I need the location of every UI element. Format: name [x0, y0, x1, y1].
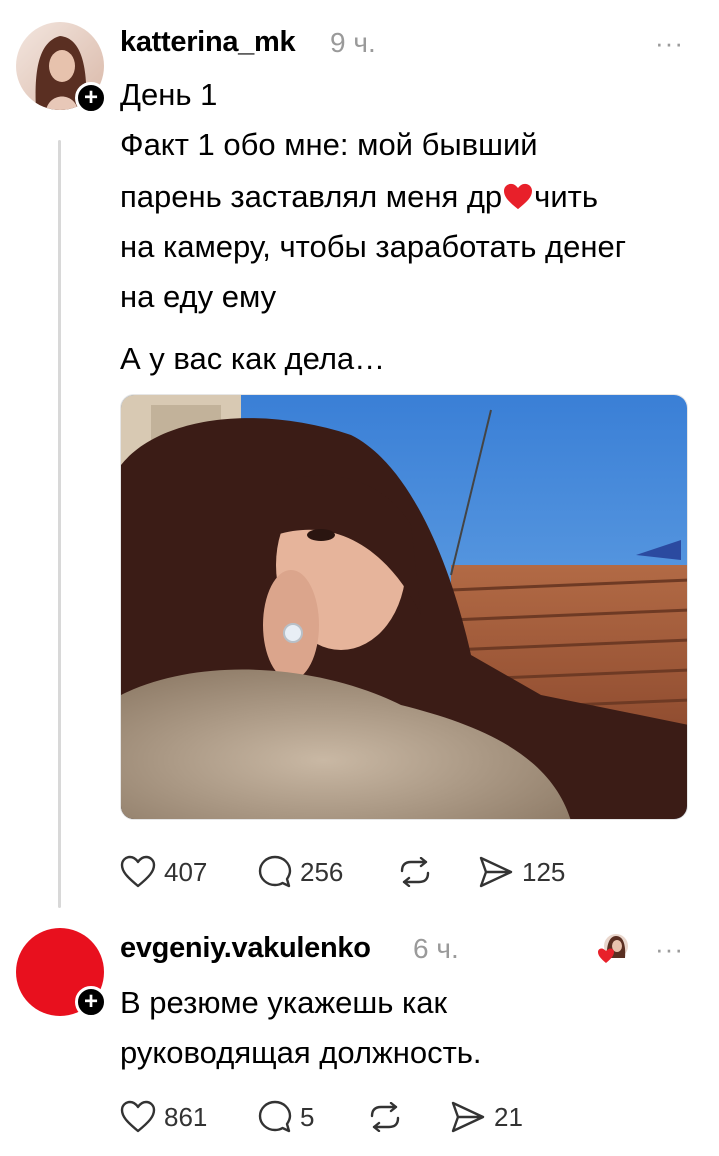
send-icon	[479, 856, 513, 888]
repost-action[interactable]	[396, 857, 434, 887]
reply-time: 6 ч.	[413, 933, 459, 964]
reply-share-action[interactable]: 21	[450, 1100, 523, 1134]
thread-line	[58, 140, 61, 908]
comment-icon	[258, 855, 292, 888]
post-text-line-6: А у вас как дела…	[120, 341, 386, 376]
post-text-line-4: на камеру, чтобы заработать денег	[120, 229, 627, 264]
reply-more-options-button[interactable]: ···	[655, 934, 684, 965]
comment-action[interactable]: 256	[258, 855, 343, 889]
post-time: 9 ч.	[330, 27, 376, 58]
heart-icon	[120, 855, 156, 888]
more-options-button[interactable]: ···	[655, 28, 684, 59]
reply-repost-action[interactable]	[366, 1102, 404, 1132]
reply-author-username[interactable]: evgeniy.vakulenko	[120, 932, 371, 965]
reply-text-line-1: В резюме укажешь как	[120, 985, 448, 1020]
reply-follow-button[interactable]: +	[75, 986, 107, 1018]
post-text-line-3b: чить	[534, 179, 598, 214]
reply-like-action[interactable]: 861	[120, 1100, 207, 1134]
share-action[interactable]: 125	[478, 855, 565, 889]
reply-share-count: 21	[494, 1101, 523, 1132]
red-heart-emoji-icon	[504, 183, 533, 210]
post-text-line-5: на еду ему	[120, 279, 277, 314]
repost-icon	[400, 857, 430, 887]
author-username[interactable]: katterina_mk	[120, 26, 296, 59]
follow-button[interactable]: +	[75, 82, 107, 114]
post-text-line-3: парень заставлял меня др чить	[120, 172, 598, 222]
reply-comment-action[interactable]: 5	[258, 1100, 314, 1134]
repost-icon	[370, 1102, 400, 1132]
send-icon	[451, 1101, 485, 1133]
share-count: 125	[522, 856, 566, 887]
reply-comment-count: 5	[300, 1101, 315, 1132]
reply-like-count: 861	[164, 1101, 208, 1132]
reply-text-line-2: руководящая должность.	[120, 1035, 482, 1070]
heart-icon	[120, 1100, 156, 1133]
like-count: 407	[164, 856, 208, 887]
post-text-line-2: Факт 1 обо мне: мой бывший	[120, 127, 538, 162]
post-photo[interactable]	[120, 394, 688, 820]
post-text-line-3a: парень заставлял меня др	[120, 179, 503, 214]
like-action[interactable]: 407	[120, 855, 207, 889]
liked-by-author-avatar-icon	[598, 934, 628, 963]
comment-icon	[258, 1100, 292, 1133]
comment-count: 256	[300, 856, 344, 887]
post-text-line-1: День 1	[120, 77, 218, 112]
